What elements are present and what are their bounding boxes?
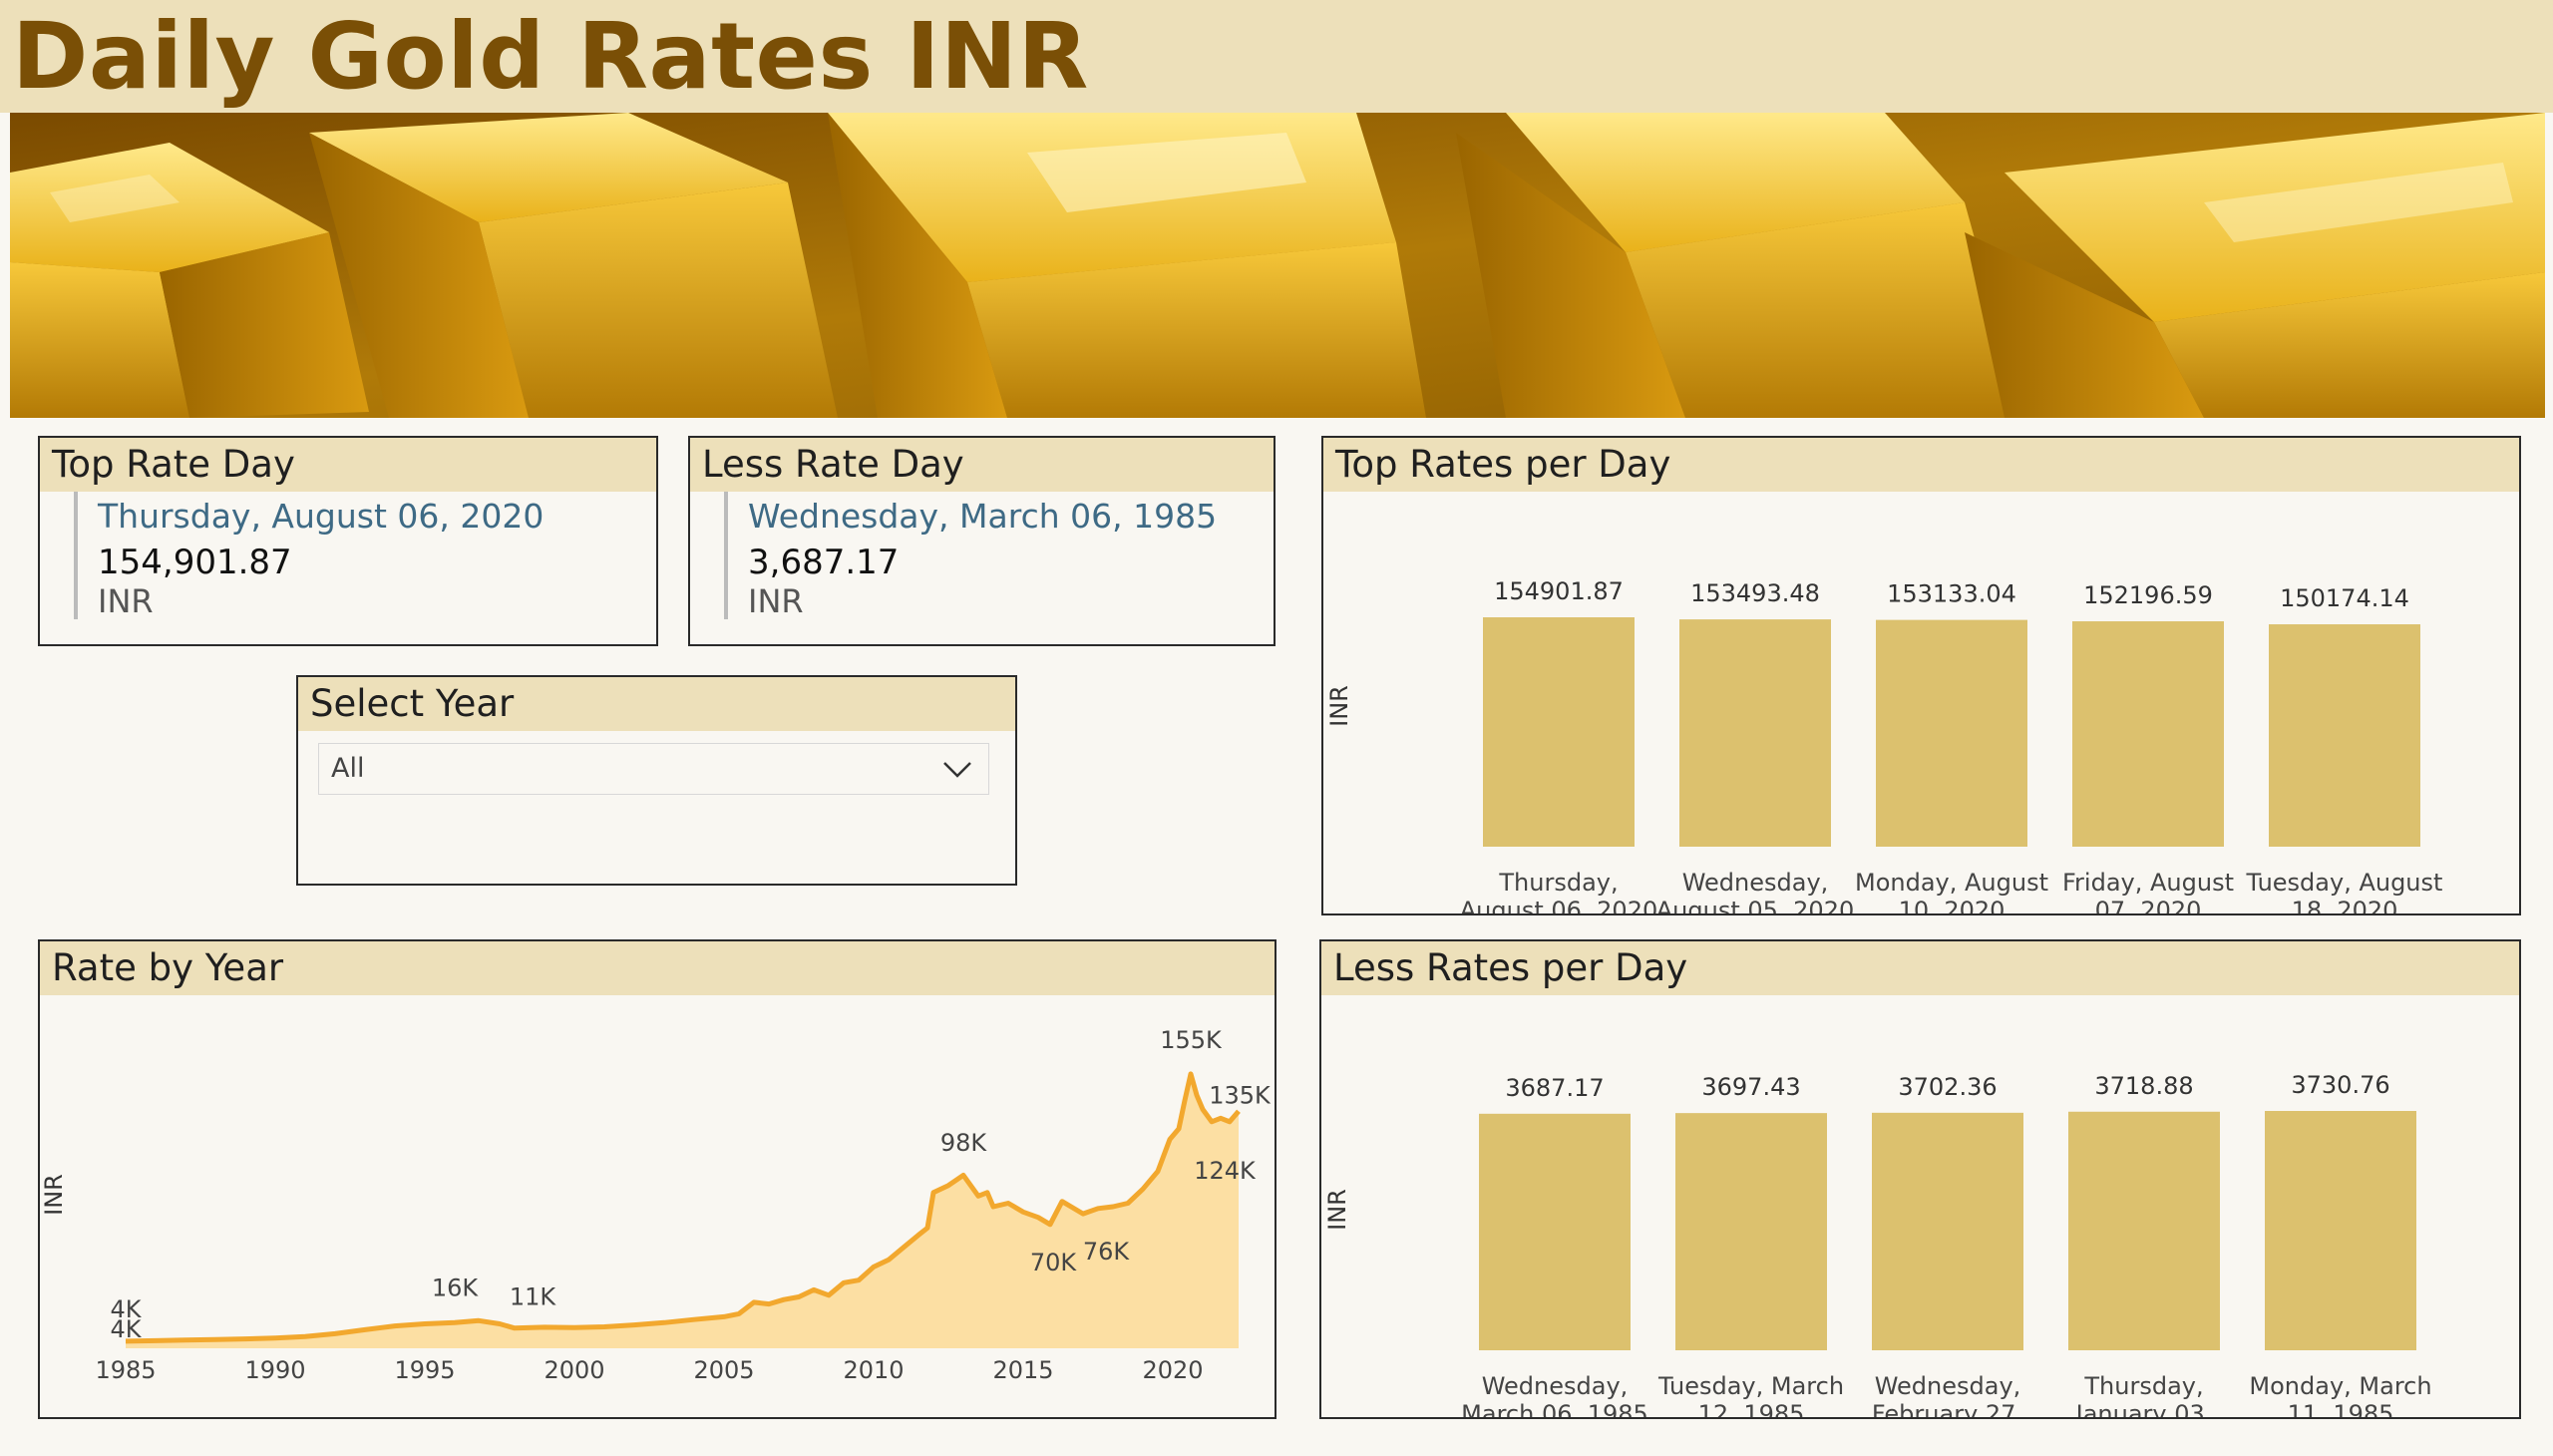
x-tick-label: Wednesday, March 06, 1985 xyxy=(1461,1372,1648,1417)
data-label: 98K xyxy=(940,1129,988,1157)
gold-bars-banner xyxy=(10,113,2545,418)
data-label: 3702.36 xyxy=(1898,1073,1997,1101)
x-tick-label: Monday, August 10, 2020 xyxy=(1855,869,2048,913)
bar xyxy=(1876,619,2027,847)
x-tick-label: Tuesday, August 18, 2020 xyxy=(2246,869,2443,913)
data-label: 150174.14 xyxy=(2280,584,2409,612)
bar xyxy=(2265,1111,2416,1350)
rate-by-year-area-chart: INR1985 1990 1995 2000 2005 2010 2015 20204K4K1… xyxy=(40,1026,1272,1384)
data-label: 11K xyxy=(510,1282,557,1310)
data-label: 3730.76 xyxy=(2291,1071,2389,1099)
chevron-down-icon[interactable] xyxy=(940,756,974,782)
gold-bars-image xyxy=(10,113,2545,418)
less-rate-day-card: Less Rate Day Wednesday, March 06, 1985 … xyxy=(688,436,1276,646)
top-rates-chart-card: Top Rates per Day INR 154901.87 Thursday, A… xyxy=(1321,436,2521,924)
data-label: 3718.88 xyxy=(2094,1072,2193,1100)
less-rates-chart-card: Less Rates per Day INR 3687.17 Wednesday, M… xyxy=(1319,939,2521,1456)
card-header: Select Year xyxy=(298,677,1015,731)
x-tick-label: 2005 xyxy=(693,1356,754,1384)
bar xyxy=(2068,1111,2220,1350)
data-label: 153133.04 xyxy=(1887,580,2016,608)
x-tick-label: 2010 xyxy=(843,1356,904,1384)
year-dropdown-value: All xyxy=(331,753,365,784)
rate-by-year-chart-card: Rate by Year INR 1985 1990 1995 2000 2005 2010… xyxy=(38,939,1276,1419)
x-tick-label: 2020 xyxy=(1142,1356,1203,1384)
less-rate-unit: INR xyxy=(748,582,804,620)
x-tick-label: 1990 xyxy=(244,1356,305,1384)
bar xyxy=(2269,624,2420,847)
y-axis-label: INR xyxy=(1323,1189,1351,1231)
less-rate-value: 3,687.17 xyxy=(748,543,900,582)
kpi-block: Thursday, August 06, 2020 154,901.87 INR xyxy=(74,492,544,619)
data-label: 4K xyxy=(110,1315,142,1343)
top-rate-day-card: Top Rate Day Thursday, August 06, 2020 1… xyxy=(38,436,658,646)
y-axis-label: INR xyxy=(1325,685,1353,727)
card-header: Top Rates per Day xyxy=(1323,438,2519,492)
y-axis-label: INR xyxy=(40,1174,68,1216)
title-bar: Daily Gold Rates INR xyxy=(0,0,2553,113)
card-header: Less Rate Day xyxy=(690,438,1274,492)
x-tick-label: 2015 xyxy=(992,1356,1053,1384)
card-header: Top Rate Day xyxy=(40,438,656,492)
data-label: 154901.87 xyxy=(1494,577,1624,605)
data-label: 70K xyxy=(1030,1249,1078,1276)
x-tick-label: Tuesday, March 12, 1985 xyxy=(1657,1372,1844,1417)
data-label: 153493.48 xyxy=(1690,579,1820,607)
data-label: 16K xyxy=(432,1274,480,1302)
bar xyxy=(2072,621,2224,847)
bar xyxy=(1483,617,1635,847)
data-label: 124K xyxy=(1194,1157,1257,1185)
data-label: 135K xyxy=(1209,1081,1272,1109)
area-fill xyxy=(126,1073,1239,1348)
kpi-block: Wednesday, March 06, 1985 3,687.17 INR xyxy=(724,492,1217,619)
bar xyxy=(1679,619,1831,847)
top-rate-unit: INR xyxy=(98,582,154,620)
less-rate-date: Wednesday, March 06, 1985 xyxy=(748,497,1218,536)
bar xyxy=(1675,1113,1827,1350)
year-dropdown[interactable]: All xyxy=(318,743,989,795)
x-tick-label: 1985 xyxy=(95,1356,156,1384)
page-title: Daily Gold Rates INR xyxy=(12,3,1089,110)
data-label: 155K xyxy=(1160,1026,1223,1054)
bar xyxy=(1872,1112,2023,1350)
card-header: Rate by Year xyxy=(40,941,1275,995)
x-tick-label: Friday, August 07, 2020 xyxy=(2062,869,2234,913)
data-label: 76K xyxy=(1083,1238,1131,1266)
x-tick-label: 2000 xyxy=(544,1356,604,1384)
x-tick-label: Thursday, August 06, 2020 xyxy=(1460,869,1658,913)
data-label: 3687.17 xyxy=(1505,1074,1604,1102)
top-rate-date: Thursday, August 06, 2020 xyxy=(98,497,545,536)
x-tick-label: Wednesday, August 05, 2020 xyxy=(1656,869,1855,913)
top-rates-bar-chart: INR 154901.87 Thursday, August 06, 2020 1534… xyxy=(1325,577,2443,924)
data-label: 3697.43 xyxy=(1701,1073,1800,1101)
x-tick-label: Thursday,January 03,1985 xyxy=(2074,1372,2213,1417)
less-rates-bar-chart: INR 3687.17 Wednesday, March 06, 1985 3697.4… xyxy=(1323,1071,2432,1456)
top-rate-value: 154,901.87 xyxy=(98,543,292,582)
data-label: 152196.59 xyxy=(2083,581,2213,609)
x-tick-label: Monday, March 11, 1985 xyxy=(2249,1372,2431,1417)
x-tick-label: Wednesday,February 27,1985 xyxy=(1872,1372,2023,1417)
x-tick-label: 1995 xyxy=(394,1356,455,1384)
bar xyxy=(1479,1113,1631,1350)
card-header: Less Rates per Day xyxy=(1321,941,2519,995)
select-year-slicer: Select Year All xyxy=(296,675,1017,886)
